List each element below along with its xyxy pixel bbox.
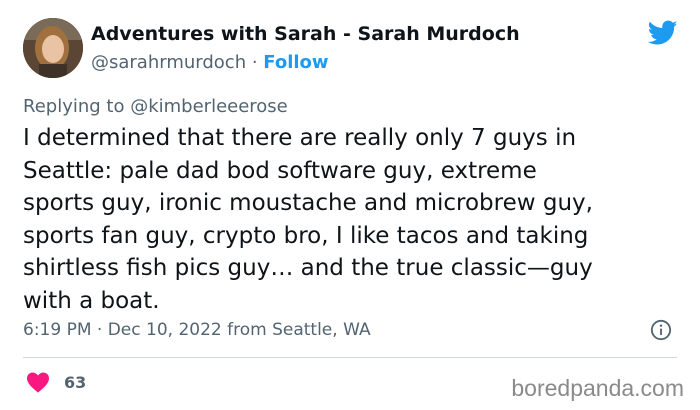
divider bbox=[23, 357, 677, 358]
author-names: Adventures with Sarah - Sarah Murdoch @s… bbox=[91, 21, 520, 76]
avatar-image bbox=[23, 18, 83, 78]
handle-separator: · bbox=[246, 51, 264, 73]
display-name[interactable]: Adventures with Sarah - Sarah Murdoch bbox=[91, 21, 520, 47]
tweet-header: Adventures with Sarah - Sarah Murdoch @s… bbox=[23, 18, 520, 78]
replying-to: Replying to @kimberleeerose bbox=[23, 95, 288, 119]
like-count: 63 bbox=[64, 372, 87, 392]
like-action[interactable]: 63 bbox=[26, 371, 86, 393]
boredpanda-watermark: boredpanda.com bbox=[511, 375, 684, 401]
tweet-card: Adventures with Sarah - Sarah Murdoch @s… bbox=[0, 0, 700, 410]
follow-button[interactable]: Follow bbox=[263, 52, 328, 73]
heart-icon[interactable] bbox=[26, 371, 50, 393]
twitter-bird-icon[interactable] bbox=[648, 20, 678, 46]
handle[interactable]: @sarahrmurdoch bbox=[91, 52, 246, 73]
avatar[interactable] bbox=[23, 18, 83, 78]
tweet-text: I determined that there are really only … bbox=[23, 125, 593, 314]
handle-row: @sarahrmurdoch · Follow bbox=[91, 50, 520, 76]
reply-mention-link[interactable]: @kimberleeerose bbox=[130, 96, 288, 117]
tweet-timestamp[interactable]: 6:19 PM · Dec 10, 2022 from Seattle, WA bbox=[23, 318, 371, 342]
replying-prefix: Replying to bbox=[23, 96, 131, 117]
info-icon[interactable] bbox=[650, 319, 672, 341]
